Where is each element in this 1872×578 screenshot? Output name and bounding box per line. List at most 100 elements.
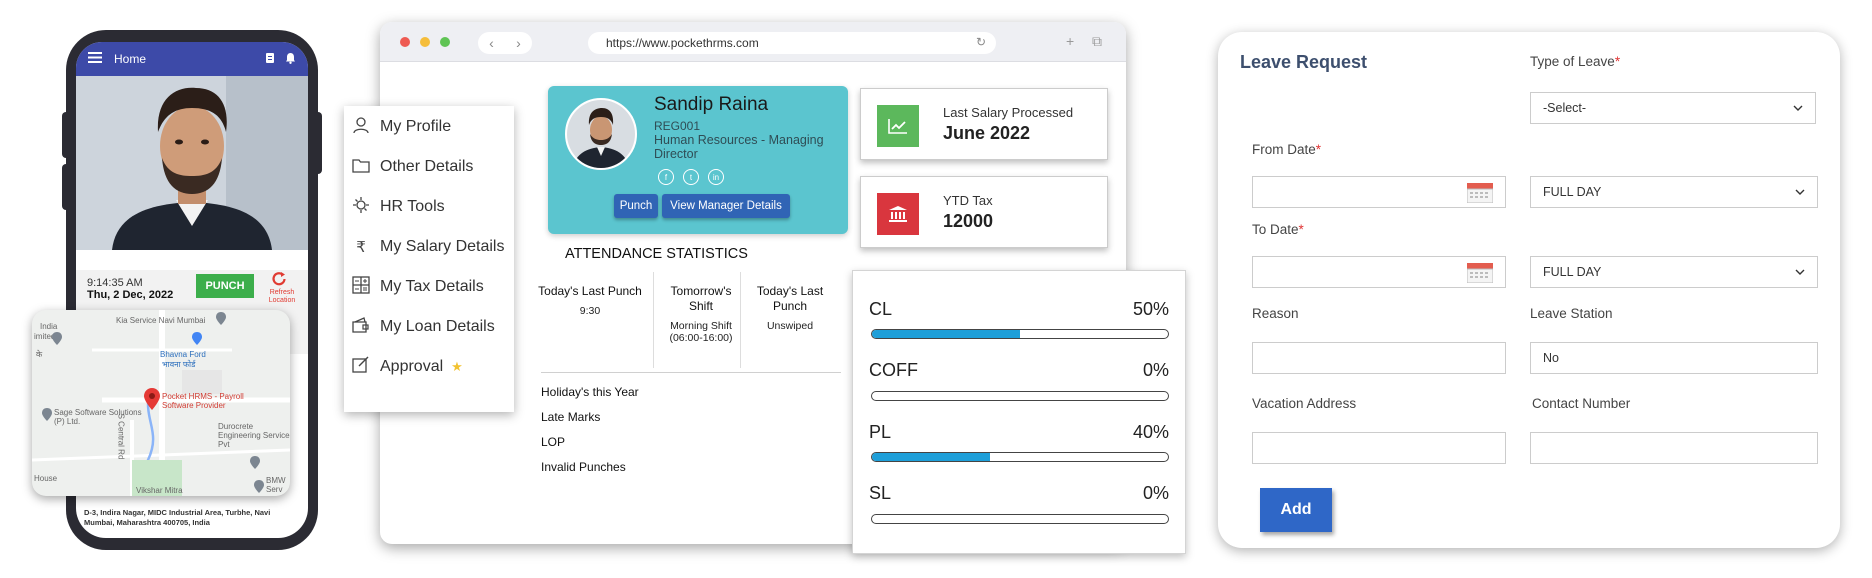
type-of-leave-select[interactable]: -Select- <box>1530 92 1816 124</box>
map-label: India <box>40 322 58 331</box>
reload-icon[interactable]: ↻ <box>976 35 986 49</box>
leave-percent: 50% <box>1132 299 1169 319</box>
twitter-icon[interactable]: t <box>683 169 699 185</box>
chevron-down-icon <box>1795 186 1805 198</box>
menu-item-my-loan-details[interactable]: My Loan Details <box>350 314 495 340</box>
clipboard-icon[interactable] <box>265 52 275 67</box>
bell-icon[interactable] <box>285 52 296 67</box>
divider <box>740 272 741 368</box>
phone-punch-button[interactable]: PUNCH <box>196 274 254 298</box>
calendar-icon[interactable] <box>1466 263 1494 284</box>
menu-item-my-salary-details[interactable]: ₹ My Salary Details <box>350 234 504 260</box>
label-text: Type of Leave <box>1530 54 1615 69</box>
leave-percent: 0% <box>1142 360 1169 380</box>
attendance-title: ATTENDANCE STATISTICS <box>565 246 748 262</box>
label-text: From Date <box>1252 142 1316 157</box>
menu-item-my-profile[interactable]: My Profile <box>350 114 451 140</box>
type-of-leave-label: Type of Leave* <box>1530 54 1620 69</box>
menu-item-hr-tools[interactable]: HR Tools <box>350 194 445 220</box>
leave-type-label: PL <box>869 422 892 442</box>
required-mark: * <box>1315 142 1322 157</box>
person-icon <box>350 116 372 138</box>
wallet-icon <box>350 317 372 337</box>
rupee-icon: ₹ <box>356 239 366 256</box>
calendar-icon[interactable] <box>1466 183 1494 204</box>
tools-icon <box>350 196 372 218</box>
linkedin-icon[interactable]: in <box>708 169 724 185</box>
reason-input[interactable] <box>1252 342 1506 374</box>
leave-progress-bar <box>871 452 1169 462</box>
forward-icon[interactable]: › <box>516 35 521 51</box>
vacation-address-input[interactable] <box>1252 432 1506 464</box>
menu-item-label: My Tax Details <box>380 278 484 295</box>
menu-item-label: My Profile <box>380 118 452 135</box>
menu-item-approval[interactable]: Approval ★ <box>350 354 463 380</box>
map-label: BMW Serv <box>266 476 286 494</box>
phone-side-button <box>314 112 322 174</box>
phone-header: Home <box>76 42 308 76</box>
chevron-down-icon <box>1795 266 1805 278</box>
reason-label: Reason <box>1252 306 1299 321</box>
column-header: Tomorrow's Shift <box>670 284 732 313</box>
map-label: House <box>34 474 58 483</box>
menu-item-my-tax-details[interactable]: My Tax Details <box>350 274 484 300</box>
attendance-row: Holiday's this Year <box>541 385 639 399</box>
close-dot-icon[interactable] <box>400 37 410 47</box>
facebook-icon[interactable]: f <box>658 169 674 185</box>
to-date-input[interactable] <box>1252 256 1506 288</box>
map-label: Bhavna Ford <box>160 350 206 359</box>
phone-address: D-3, Indira Nagar, MIDC Industrial Area,… <box>84 508 271 527</box>
divider <box>653 272 654 368</box>
from-date-label: From Date* <box>1252 142 1321 157</box>
refresh-location-label: Refresh Location <box>268 289 296 304</box>
view-manager-button[interactable]: View Manager Details <box>662 194 790 218</box>
profile-department: Human Resources - Managing Director <box>654 133 824 161</box>
map-marker-icon <box>52 332 62 350</box>
contact-number-input[interactable] <box>1530 432 1818 464</box>
nav-buttons: ‹ › <box>478 32 532 54</box>
punch-date: Thu, 2 Dec, 2022 <box>87 289 174 301</box>
map-label: Vikshar Mitra <box>136 486 183 495</box>
punch-time: 9:14:35 AM <box>87 277 143 289</box>
leave-type-label: COFF <box>869 360 918 380</box>
tabs-icon[interactable]: ⧉ <box>1092 33 1102 50</box>
leave-percent: 0% <box>1142 483 1169 503</box>
menu-item-label: Approval <box>380 358 444 375</box>
attendance-column: Today's Last Punch 9:30 <box>534 284 646 317</box>
menu-item-label: My Loan Details <box>380 318 495 335</box>
required-mark: * <box>1614 54 1621 69</box>
card-label: YTD Tax <box>943 193 993 208</box>
leave-progress-bar <box>871 514 1169 524</box>
map-marker-icon <box>216 312 226 330</box>
location-map[interactable]: Kia Service Navi Mumbai India imited के … <box>32 310 290 496</box>
url-text: https://www.pockethrms.com <box>606 36 759 50</box>
last-salary-card[interactable]: Last Salary Processed June 2022 <box>860 88 1108 160</box>
profile-punch-button[interactable]: Punch <box>614 194 658 218</box>
back-icon[interactable]: ‹ <box>489 35 494 51</box>
leave-request-title: Leave Request <box>1240 52 1368 72</box>
leave-station-input[interactable]: No <box>1530 342 1818 374</box>
from-date-input[interactable] <box>1252 176 1506 208</box>
divider <box>541 372 841 373</box>
menu-icon[interactable] <box>88 52 102 66</box>
maximize-dot-icon[interactable] <box>440 37 450 47</box>
leave-type-label: CL <box>869 299 893 319</box>
label-text: To Date <box>1252 222 1299 237</box>
minimize-dot-icon[interactable] <box>420 37 430 47</box>
column-value: Unswiped <box>766 320 814 332</box>
new-tab-icon[interactable]: + <box>1066 33 1074 49</box>
menu-item-label: My Salary Details <box>380 238 505 255</box>
location-pin-icon[interactable] <box>144 388 160 415</box>
leave-percent: 40% <box>1132 422 1169 442</box>
add-button[interactable]: Add <box>1260 488 1332 532</box>
column-value: 9:30 <box>579 305 601 317</box>
address-bar[interactable]: https://www.pockethrms.com ↻ <box>588 32 996 54</box>
map-label: Durocrete Engineering Services Pvt <box>218 422 290 449</box>
map-marker-icon <box>192 332 202 350</box>
from-day-select[interactable]: FULL DAY <box>1530 176 1818 208</box>
to-day-select[interactable]: FULL DAY <box>1530 256 1818 288</box>
required-mark: * <box>1298 222 1304 237</box>
menu-item-other-details[interactable]: Other Details <box>350 154 473 180</box>
card-label: Last Salary Processed <box>943 105 1074 120</box>
ytd-tax-card[interactable]: YTD Tax 12000 <box>860 176 1108 248</box>
